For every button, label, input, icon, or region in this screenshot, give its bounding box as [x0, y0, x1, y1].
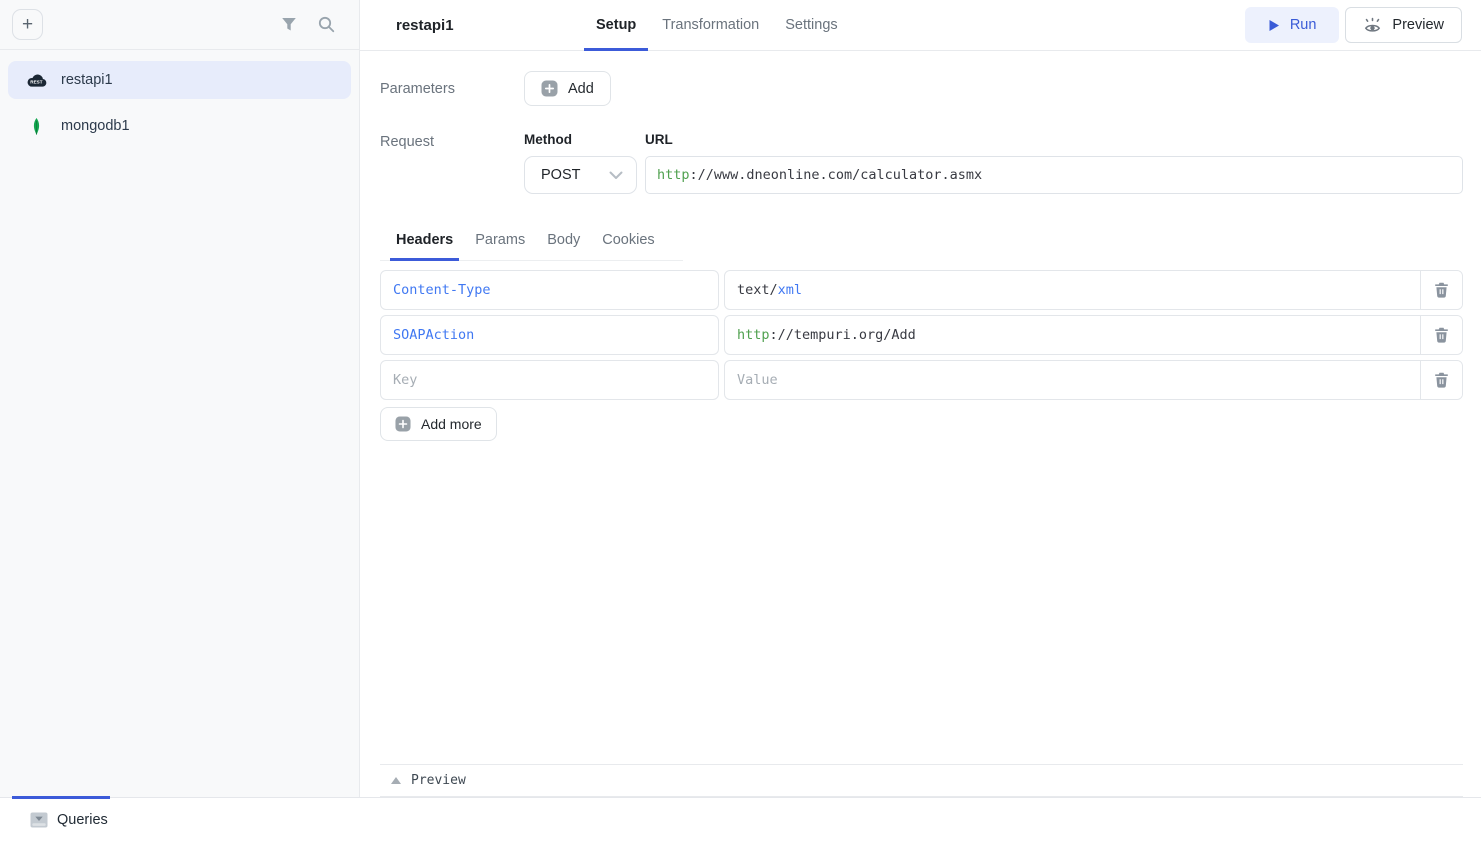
key-placeholder: Key [393, 372, 417, 388]
code-segment: http [657, 167, 690, 183]
rest-api-cloud-icon: REST [24, 72, 48, 88]
code-segment: text/ [737, 282, 778, 298]
tab-settings[interactable]: Settings [773, 0, 849, 50]
trash-icon [1434, 282, 1449, 298]
header-row: Key Value [380, 360, 1463, 400]
run-button[interactable]: Run [1245, 7, 1340, 43]
delete-header-row-button[interactable] [1420, 271, 1462, 309]
tab-setup[interactable]: Setup [584, 0, 648, 50]
header-value-input[interactable]: Value [725, 361, 1420, 399]
tab-transformation[interactable]: Transformation [650, 0, 771, 50]
mongodb-leaf-icon [24, 118, 48, 135]
url-input[interactable]: http://www.dneonline.com/calculator.asmx [645, 156, 1463, 194]
url-label: URL [645, 132, 1463, 147]
request-subtabs: Headers Params Body Cookies [380, 226, 683, 261]
svg-text:REST: REST [30, 80, 42, 85]
setup-form: Parameters Add Request Method [360, 51, 1481, 797]
method-label: Method [524, 132, 637, 147]
query-title: restapi1 [396, 17, 584, 34]
header-row: Content-Type text/xml [380, 270, 1463, 310]
plus-icon: + [22, 14, 33, 35]
header-value-input[interactable]: http://tempuri.org/Add [725, 316, 1420, 354]
sidebar-item-label: mongodb1 [61, 118, 130, 134]
run-button-label: Run [1290, 17, 1317, 33]
add-parameter-button[interactable]: Add [524, 71, 611, 106]
new-query-button[interactable]: + [12, 9, 43, 40]
queries-panel-icon [30, 812, 48, 828]
sidebar-header: + [0, 0, 359, 50]
sidebar-item-restapi1[interactable]: REST restapi1 [8, 61, 351, 99]
sidebar: + [0, 0, 360, 797]
parameters-label: Parameters [380, 81, 524, 97]
add-more-label: Add more [421, 416, 482, 432]
header-value-cell: text/xml [724, 270, 1463, 310]
query-list: REST restapi1 mongodb1 [0, 50, 359, 156]
subtab-params[interactable]: Params [469, 226, 531, 261]
sidebar-item-mongodb1[interactable]: mongodb1 [8, 107, 351, 145]
search-icon [318, 16, 335, 33]
editor-tabs: SetupTransformationSettings [584, 0, 850, 50]
header-value-input[interactable]: text/xml [725, 271, 1420, 309]
method-value: POST [541, 167, 580, 183]
value-placeholder: Value [737, 372, 778, 388]
header-key-input[interactable]: SOAPAction [380, 315, 719, 355]
subtab-cookies[interactable]: Cookies [596, 226, 660, 261]
request-label: Request [380, 132, 524, 194]
code-segment: http [737, 327, 770, 343]
filter-button[interactable] [281, 17, 297, 32]
plus-square-icon [541, 80, 558, 97]
eye-icon [1363, 17, 1382, 34]
code-segment: Content-Type [393, 282, 491, 298]
method-select[interactable]: POST [524, 156, 637, 194]
code-segment: xml [778, 282, 802, 298]
delete-header-row-button[interactable] [1420, 361, 1462, 399]
caret-up-icon [391, 777, 401, 784]
play-icon [1268, 19, 1280, 32]
add-parameter-label: Add [568, 81, 594, 97]
code-segment: ://www.dneonline.com/calculator.asmx [690, 167, 983, 183]
add-more-button[interactable]: Add more [380, 407, 497, 441]
queries-tab-label: Queries [57, 812, 108, 828]
app-window: + [0, 0, 1481, 841]
plus-square-icon [395, 416, 411, 432]
subtab-body[interactable]: Body [541, 226, 586, 261]
bottom-bar: Queries [0, 797, 1481, 841]
preview-button[interactable]: Preview [1345, 7, 1462, 43]
headers-table: Content-Type text/xml SOAPAction http://te… [380, 270, 1463, 400]
trash-icon [1434, 372, 1449, 388]
code-segment: SOAPAction [393, 327, 474, 343]
header-key-input[interactable]: Content-Type [380, 270, 719, 310]
response-preview-label: Preview [411, 773, 466, 788]
header-row: SOAPAction http://tempuri.org/Add [380, 315, 1463, 355]
header-value-cell: Value [724, 360, 1463, 400]
search-button[interactable] [318, 16, 335, 33]
editor-header: restapi1 SetupTransformationSettings Run [360, 0, 1481, 51]
main-panel: restapi1 SetupTransformationSettings Run [360, 0, 1481, 797]
trash-icon [1434, 327, 1449, 343]
active-bottom-tab-indicator [12, 796, 110, 799]
response-preview-toggle[interactable]: Preview [380, 764, 1463, 797]
preview-button-label: Preview [1392, 17, 1444, 33]
chevron-down-icon [609, 171, 623, 180]
subtab-headers[interactable]: Headers [390, 226, 459, 261]
bottom-tab-queries[interactable]: Queries [30, 812, 108, 828]
header-key-input[interactable]: Key [380, 360, 719, 400]
delete-header-row-button[interactable] [1420, 316, 1462, 354]
header-value-cell: http://tempuri.org/Add [724, 315, 1463, 355]
code-segment: ://tempuri.org/Add [770, 327, 916, 343]
sidebar-item-label: restapi1 [61, 72, 113, 88]
filter-icon [281, 17, 297, 32]
